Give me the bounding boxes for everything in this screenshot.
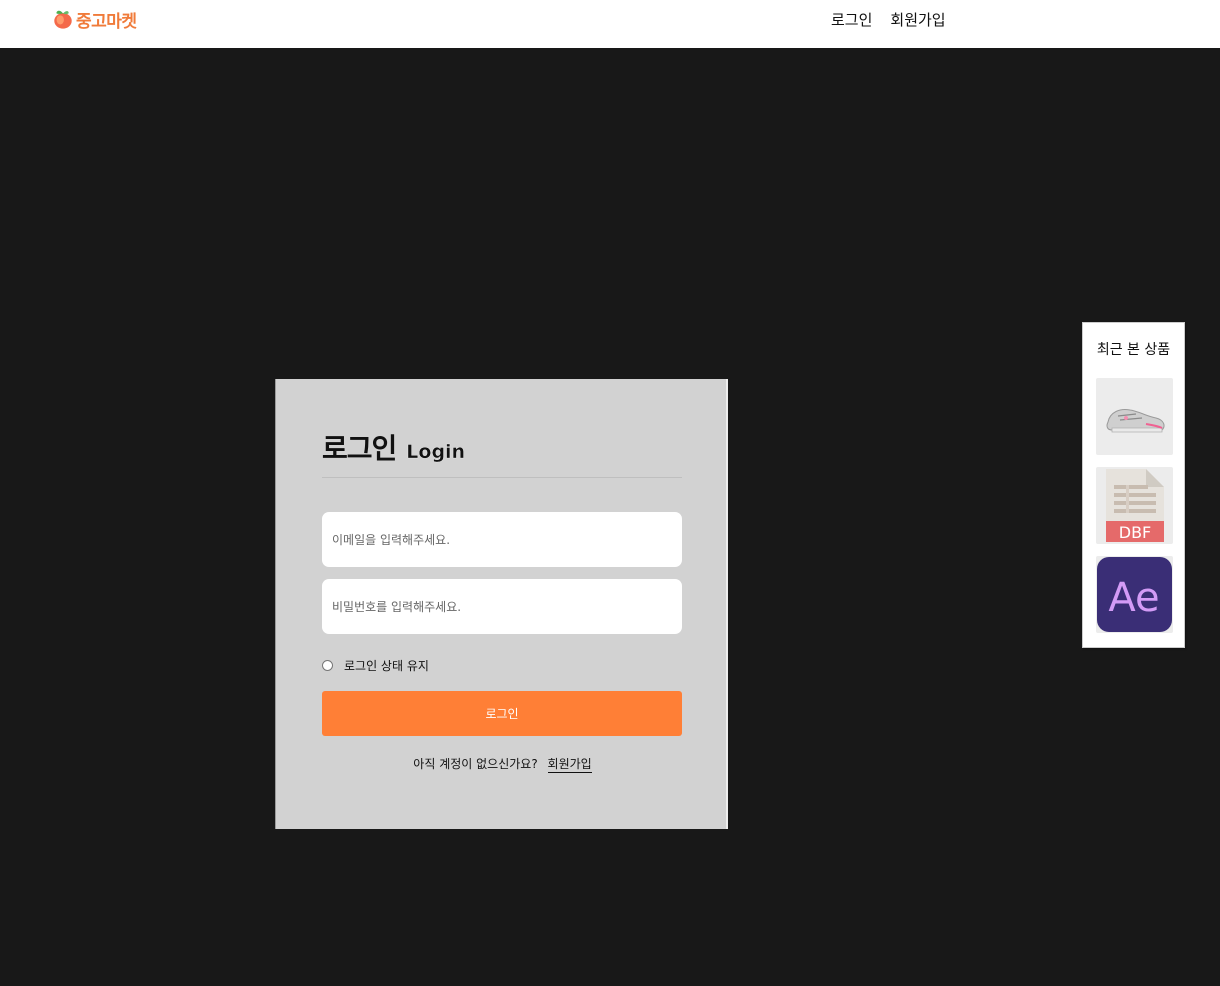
- recent-item-dbf[interactable]: DBF: [1096, 467, 1173, 544]
- ae-label: Ae: [1108, 575, 1159, 621]
- remember-me-label: 로그인 상태 유지: [344, 659, 429, 673]
- peach-icon: [54, 10, 72, 29]
- login-title-english: Login: [406, 441, 466, 463]
- dbf-label: DBF: [1119, 523, 1152, 542]
- logo-link[interactable]: 중고마켓: [52, 7, 137, 32]
- signup-link[interactable]: 회원가입: [547, 757, 592, 773]
- password-input[interactable]: [322, 579, 682, 634]
- recently-viewed-panel: 최근 본 상품 DBF Ae: [1082, 322, 1185, 648]
- header-nav: 로그인 회원가입: [831, 10, 946, 30]
- login-heading: 로그인 Login: [322, 427, 682, 478]
- top-navbar: 중고마켓 로그인 회원가입: [0, 0, 1220, 48]
- no-account-text: 아직 계정이 없으신가요?: [413, 757, 538, 771]
- nav-signup-link[interactable]: 회원가입: [890, 10, 945, 30]
- dbf-file-icon: DBF: [1096, 467, 1173, 544]
- recent-item-sneaker[interactable]: [1096, 378, 1173, 455]
- login-submit-button[interactable]: 로그인: [322, 691, 682, 736]
- recently-viewed-title: 최근 본 상품: [1096, 342, 1171, 358]
- remember-me-radio[interactable]: [322, 660, 333, 671]
- sneaker-image: [1096, 378, 1173, 455]
- after-effects-icon: Ae: [1096, 556, 1173, 633]
- recent-item-after-effects[interactable]: Ae: [1096, 556, 1173, 633]
- signup-prompt: 아직 계정이 없으신가요? 회원가입: [276, 755, 729, 773]
- login-card: 로그인 Login 로그인 상태 유지 로그인 아직 계정이 없으신가요? 회원…: [275, 379, 728, 829]
- nav-login-link[interactable]: 로그인: [831, 10, 872, 30]
- email-input[interactable]: [322, 512, 682, 567]
- remember-me-option[interactable]: 로그인 상태 유지: [322, 657, 429, 674]
- login-title-korean: 로그인: [322, 432, 397, 465]
- logo-text: 중고마켓: [76, 11, 137, 32]
